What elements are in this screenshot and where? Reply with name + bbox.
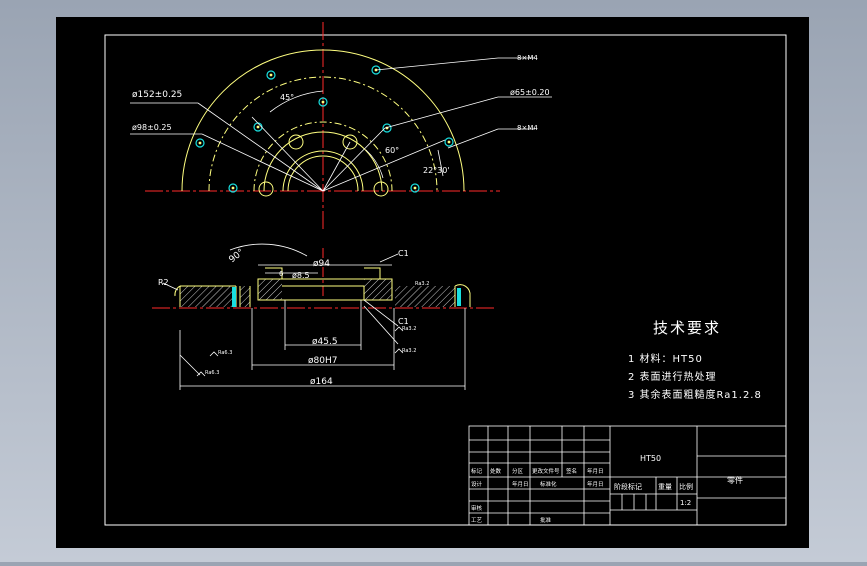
d8-5-label: ø8.5 [292,271,310,280]
hatch-right-flange [395,286,455,307]
material-cell: HT50 [640,454,661,463]
od-bolt-label: ø152±0.25 [132,90,182,100]
roughness-label: Ra3.2 [415,281,429,287]
d80h7-label: ø80H7 [308,356,337,366]
d94-label: ø94 [313,259,330,269]
angle-60-label: 60° [385,146,399,155]
scale-value: 1:2 [680,499,691,507]
hole-marker [232,287,236,307]
row-label: 设计 [471,480,483,488]
tech-item: 3 其余表面粗糙度Ra1.2.8 [628,388,762,401]
hole-marker [457,288,461,306]
holes-top-label: 8×M4 [517,54,538,62]
roughness-label: Ra3.2 [402,348,416,354]
tech-title: 技术要求 [653,319,721,337]
row-label: 工艺 [471,517,483,524]
header-cell: 更改文件号 [532,467,560,475]
bolt-hole-center [198,141,202,145]
dim-6-label: 6 [279,270,284,278]
radius-label: R2 [158,278,169,287]
chamfer-top-label: C1 [398,249,409,258]
row-label: 审核 [471,504,483,512]
weight-label: 重量 [658,483,672,491]
header-cell: 签名 [566,467,577,475]
roughness-label: Ra3.2 [402,326,416,332]
scale-label: 比例 [679,482,693,491]
approve-cell: 批准 [540,516,552,524]
angle-22-label: 22°30' [423,166,450,175]
header-cell: 分区 [512,467,524,475]
bolt-hole-center [321,100,325,104]
stage-label: 阶段标记 [614,482,642,491]
design-date: 年月日 [587,480,604,488]
hatch-left-flange [180,286,236,307]
tech-item: 2 表面进行热处理 [628,370,717,383]
inner-circle-label: ø65±0.20 [510,88,550,97]
holes-right-label: 8×M4 [517,124,538,132]
bolt-hole-center [413,186,417,190]
bolt-hole-center [231,186,235,190]
roughness-label: Ra6.3 [218,350,232,356]
standardize-cell: 标准化 [540,480,557,488]
header-cell: 年月日 [587,467,604,475]
header-cell: 处数 [490,467,502,475]
hatch-hub-left [258,279,282,300]
cad-drawing: ø152±0.25 ø98±0.25 8×M4 ø65±0.20 8×M4 45… [56,17,809,548]
id-bolt-label: ø98±0.25 [132,123,172,132]
d45-5-label: ø45.5 [312,337,338,347]
row-label: 标记 [471,467,483,475]
bolt-hole-center [256,125,260,129]
tech-item: 1 材料：HT50 [628,352,703,365]
hatch-left-inner [240,286,250,307]
design-date: 年月日 [512,480,529,488]
roughness-label: Ra6.3 [205,370,219,376]
bolt-hole-center [447,140,451,144]
part-name-cell: 零件 [727,475,743,485]
angle-45-label: 45° [280,93,294,102]
chamfer-bottom-label: C1 [398,317,409,326]
hatch-hub-right [364,279,392,300]
bolt-hole-center [269,73,273,77]
d164-label: ø164 [310,377,333,387]
cad-viewport: ø152±0.25 ø98±0.25 8×M4 ø65±0.20 8×M4 45… [0,0,867,562]
